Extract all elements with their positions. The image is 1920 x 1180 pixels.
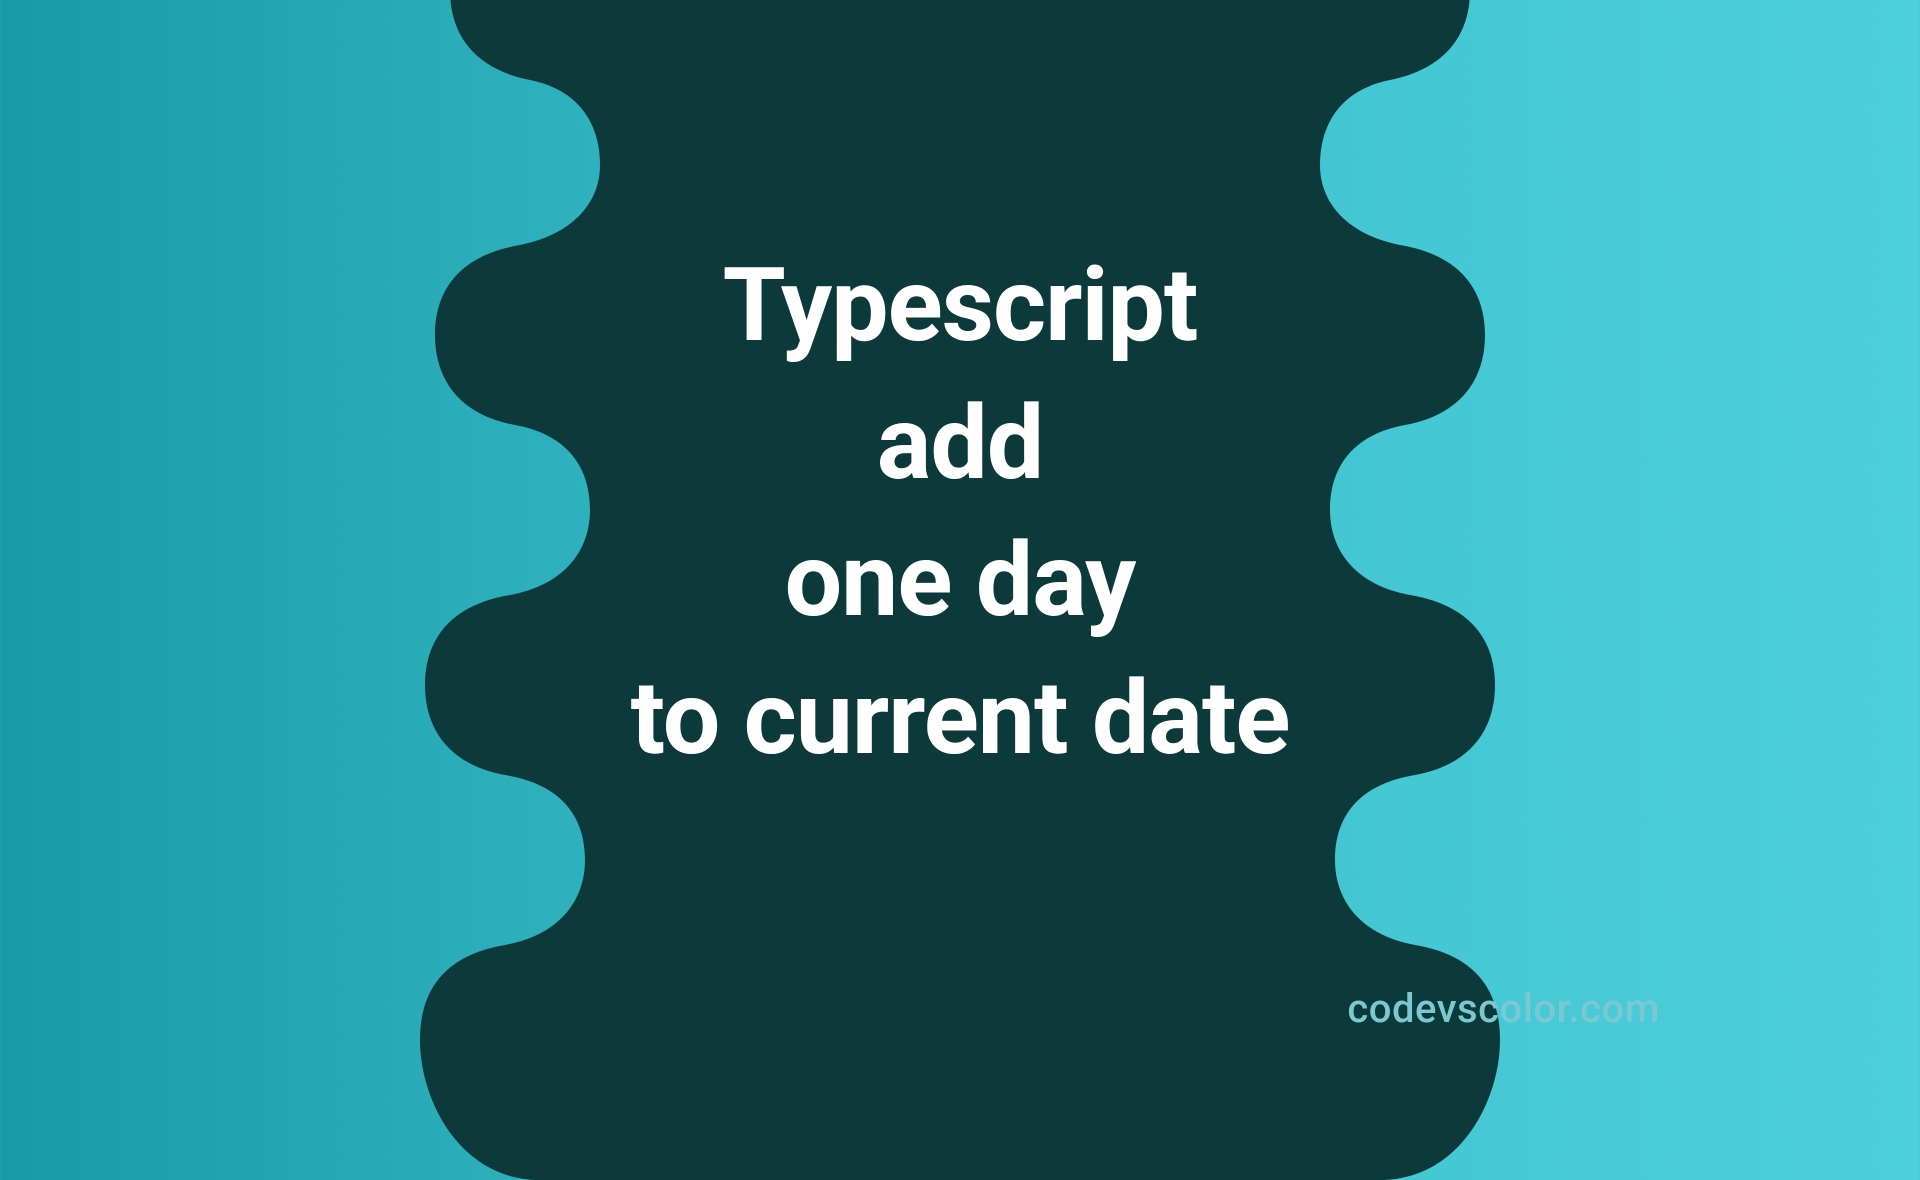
title-container: Typescript add one day to current date	[631, 237, 1290, 788]
title-line-4: to current date	[631, 650, 1290, 788]
title-line-1: Typescript	[631, 237, 1290, 375]
watermark-text: codevscolor.com	[1347, 985, 1660, 1032]
title-line-2: add	[631, 375, 1290, 513]
title-line-3: one day	[631, 512, 1290, 650]
